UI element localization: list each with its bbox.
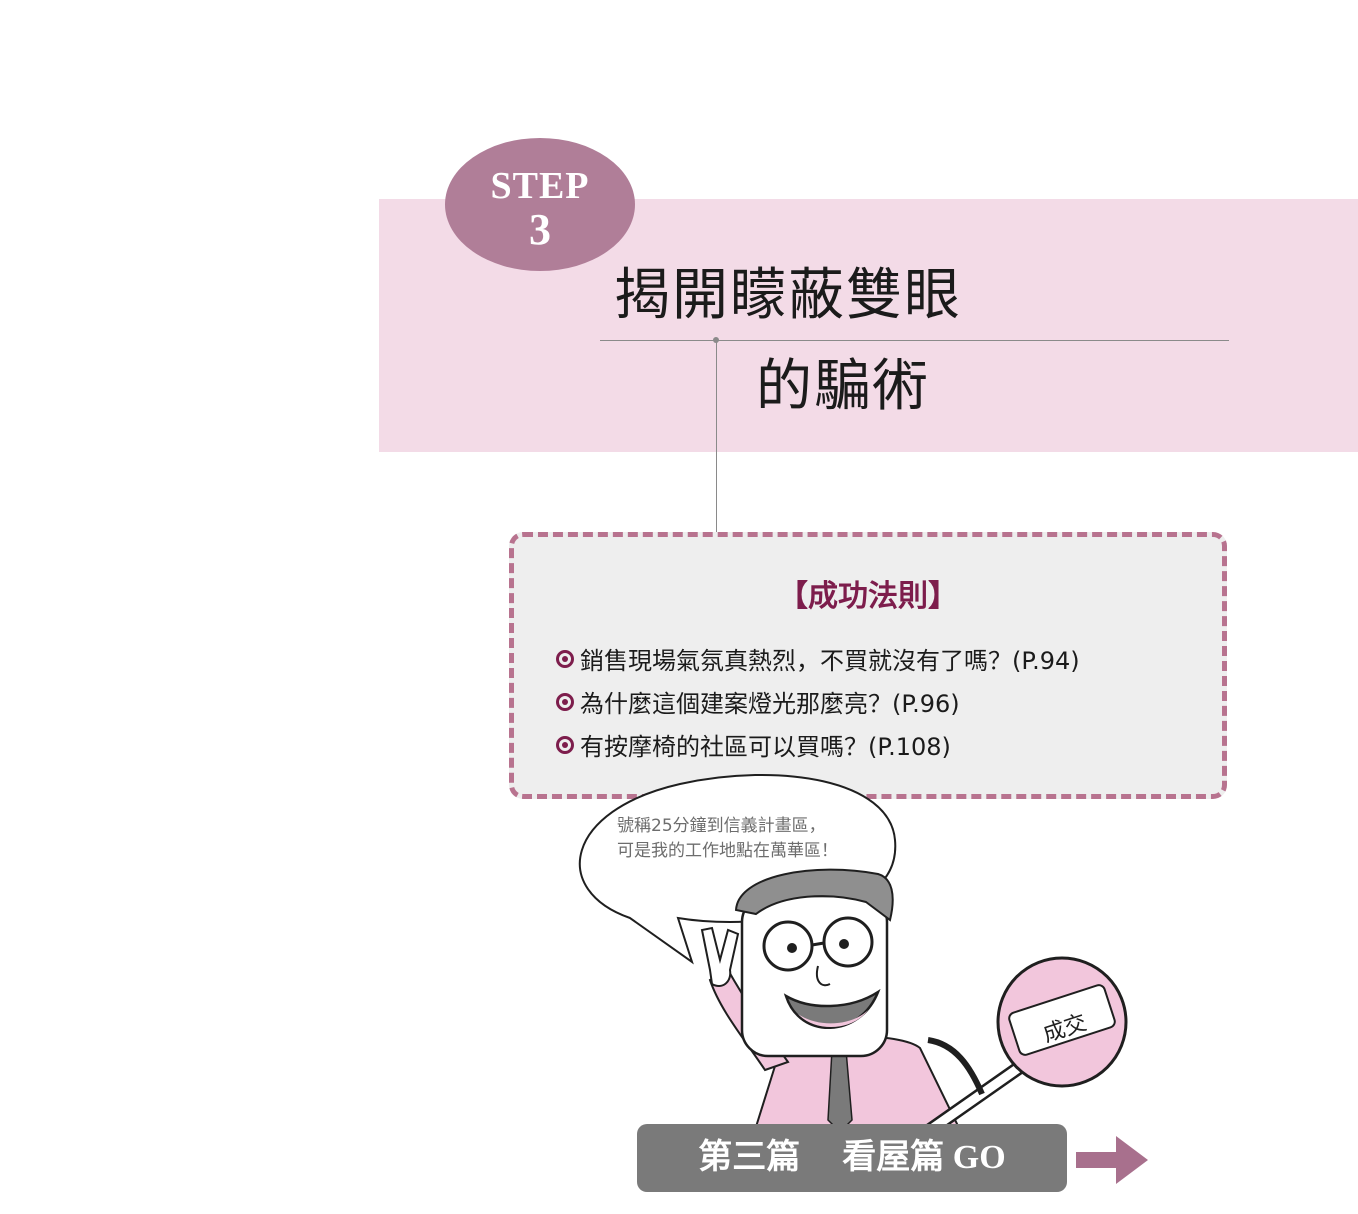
rule-text: 銷售現場氣氛真熱烈，不買就沒有了嗎？(P.94) [580, 647, 1080, 675]
section-label: 看屋篇 [842, 1139, 945, 1176]
go-label: GO [952, 1139, 1006, 1176]
next-section-button[interactable]: 第三篇 看屋篇 GO [637, 1124, 1067, 1192]
target-bullet-icon [556, 692, 574, 711]
part-label: 第三篇 [698, 1139, 801, 1176]
list-item[interactable]: 銷售現場氣氛真熱烈，不買就沒有了嗎？(P.94) [556, 637, 1080, 680]
list-item[interactable]: 為什麼這個建案燈光那麼亮？(P.96) [556, 680, 1080, 723]
speech-line-2: 可是我的工作地點在萬華區！ [617, 841, 838, 861]
success-rules-box: 【成功法則】 銷售現場氣氛真熱烈，不買就沒有了嗎？(P.94) 為什麼這個建案燈… [509, 532, 1227, 799]
page-title-line1: 揭開矇蔽雙眼 [614, 263, 962, 328]
page-title-line2: 的騙術 [756, 354, 930, 419]
speech-bubble-text: 號稱25分鐘到信義計畫區， 可是我的工作地點在萬華區！ [617, 814, 838, 864]
arrow-right-icon[interactable] [1076, 1136, 1148, 1184]
head [740, 894, 889, 1058]
step-number: 3 [529, 205, 551, 254]
target-bullet-icon [556, 735, 574, 754]
rule-text: 有按摩椅的社區可以買嗎？(P.108) [580, 733, 951, 761]
step-label: STEP [490, 165, 590, 207]
target-bullet-icon [556, 649, 574, 668]
connector-line [716, 340, 717, 532]
success-rules-list: 銷售現場氣氛真熱烈，不買就沒有了嗎？(P.94) 為什麼這個建案燈光那麼亮？(P… [556, 637, 1080, 766]
success-rules-heading: 【成功法則】 [778, 579, 958, 614]
list-item[interactable]: 有按摩椅的社區可以買嗎？(P.108) [556, 723, 1080, 766]
step-badge: STEP 3 [445, 138, 635, 271]
rule-text: 為什麼這個建案燈光那麼亮？(P.96) [580, 690, 960, 718]
speech-line-1: 號稱25分鐘到信義計畫區， [617, 816, 826, 836]
title-divider [600, 340, 1229, 341]
